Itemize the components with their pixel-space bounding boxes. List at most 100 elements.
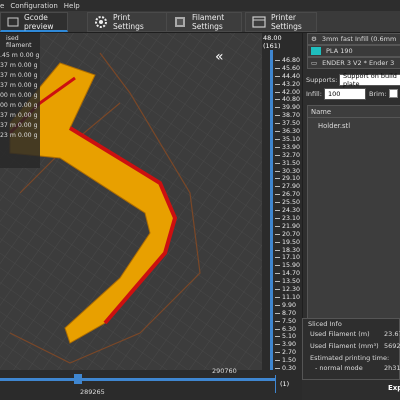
brim-checkbox[interactable] [389, 89, 398, 98]
infill-label: Infill: [306, 90, 322, 98]
menu-file[interactable]: e [0, 2, 4, 10]
layer-slider-track[interactable] [270, 50, 273, 375]
layer-tick-mark [275, 75, 280, 77]
layer-tick-mark [275, 336, 280, 338]
layer-tick-label: 12.30 [282, 286, 301, 293]
layer-tick-label: 32.70 [282, 151, 301, 159]
legend-title: ised filament [6, 35, 32, 49]
supports-select[interactable]: Support on build plate [339, 72, 400, 88]
object-list-item[interactable]: Holder.stl [308, 122, 400, 130]
layer-tick-mark [275, 249, 280, 251]
move-slider-left-handle[interactable] [74, 374, 82, 384]
layer-slider-top-value: 48.00 [263, 34, 282, 42]
layer-tick-label: 27.90 [282, 183, 301, 191]
layer-tick-label: 45.60 [282, 64, 301, 72]
layer-tick-label: 24.30 [282, 207, 301, 214]
export-button[interactable]: Exp [302, 380, 400, 400]
layer-tick-mark [275, 273, 280, 275]
move-slider-left-value: 289265 [80, 388, 105, 396]
tab-gcode-preview[interactable]: Gcode preview [0, 12, 68, 32]
layer-tick-mark [275, 312, 280, 314]
move-slider: 289265 290760 [0, 367, 275, 400]
object-list: Name Holder.stl [307, 105, 400, 325]
layer-tick-label: 19.50 [282, 238, 301, 246]
layer-tick-mark [275, 107, 280, 109]
legend-row: .45 m 0.00 g [0, 52, 40, 59]
printer-icon: ▭ [311, 59, 318, 67]
layer-tick-mark [275, 138, 280, 140]
layer-tick-mark [275, 99, 280, 101]
layer-tick-label: 2.70 [282, 349, 297, 357]
layer-tick-mark [275, 202, 280, 204]
printer-icon [252, 15, 266, 29]
layer-tick-label: 42.00 [282, 88, 301, 96]
layer-tick-mark [275, 281, 280, 283]
menu-configuration[interactable]: Configuration [10, 2, 57, 10]
layer-tick-mark [275, 59, 280, 61]
layer-tick-label: 15.90 [282, 262, 301, 270]
layer-tick-label: 1.50 [282, 357, 297, 365]
infill-select[interactable]: 100 [324, 88, 366, 100]
filament-preset-combo[interactable]: PLA 190 [307, 45, 400, 57]
legend-row: 00 m 0.00 g [0, 102, 38, 109]
filament-color-swatch [311, 47, 321, 55]
print-preset-combo[interactable]: ⚙ 3mm fast Infill (0.6mm [307, 33, 400, 45]
layer-tick-mark [275, 304, 280, 306]
layer-tick-label: 13.50 [282, 278, 301, 286]
layer-tick-label: 11.10 [282, 293, 301, 301]
move-slider-right-value: 290760 [212, 367, 237, 375]
sliced-info-label: Used Filament (mm³) [310, 342, 379, 350]
gcode-viewport[interactable]: « [0, 33, 275, 378]
layer-tick-label: 38.70 [282, 112, 301, 120]
layer-tick-label: 3.90 [282, 341, 297, 349]
object-list-header: Name [308, 106, 400, 118]
layer-tick-label: 33.90 [282, 143, 301, 151]
filament-spool-icon [173, 15, 187, 29]
layer-tick-label: 0.30 [282, 365, 297, 372]
layer-tick-label: 29.10 [282, 175, 301, 183]
tab-printer-settings[interactable]: Printer Settings [245, 12, 317, 32]
layer-tick-mark [275, 210, 280, 211]
legend-row: 37 m 0.00 g [0, 62, 38, 69]
layer-tick-mark [275, 194, 280, 196]
layer-tick-mark [275, 257, 280, 259]
sliced-info-title: Sliced Info [308, 320, 342, 328]
layer-tick-mark [275, 131, 280, 132]
layer-tick-label: 25.50 [282, 199, 301, 207]
layer-tick-label: 26.70 [282, 191, 301, 199]
layer-slider-top-layer: (161) [263, 42, 281, 50]
tab-printer-settings-label: Printer Settings [271, 13, 302, 31]
filament-legend: ised filament .45 m 0.00 g 37 m 0.00 g 3… [0, 33, 40, 168]
printer-preset-combo[interactable]: ▭ ENDER 3 V2 * Ender 3 [307, 57, 400, 69]
move-slider-track[interactable] [0, 378, 275, 381]
tab-print-settings[interactable]: Print Settings [87, 12, 167, 32]
layer-tick-label: 5.10 [282, 333, 297, 341]
supports-value: Support on build plate [343, 72, 397, 88]
layer-tick-label: 44.40 [282, 72, 301, 80]
tab-bar: Gcode preview Print Settings Filament Se… [0, 11, 400, 33]
layer-tick-mark [275, 217, 280, 219]
layer-tick-mark [275, 241, 280, 243]
tab-filament-settings-label: Filament Settings [192, 13, 225, 31]
layer-tick-label: 14.70 [282, 270, 301, 278]
layer-tick-label: 21.90 [282, 222, 301, 230]
layer-tick-label: 17.10 [282, 254, 301, 262]
sliced-info-label: Used Filament (m) [310, 330, 370, 338]
menu-help[interactable]: Help [64, 2, 80, 10]
tab-filament-settings[interactable]: Filament Settings [166, 12, 242, 32]
layer-tick-label: 30.30 [282, 167, 301, 175]
legend-row: 37 m 0.00 g [0, 122, 38, 129]
layer-tick-mark [275, 91, 280, 93]
layer-tick-mark [275, 154, 280, 156]
export-button-label: Exp [388, 384, 400, 392]
gcode-render: « [0, 33, 275, 378]
layer-tick-mark [275, 178, 280, 180]
printer-preset-value: ENDER 3 V2 * Ender 3 [322, 59, 395, 67]
layer-tick-mark [275, 233, 280, 235]
legend-row: 23 m 0.00 g [0, 132, 38, 139]
layer-tick-label: 35.10 [282, 135, 301, 143]
layer-tick-mark [275, 225, 280, 227]
gear-icon: ⚙ [311, 35, 317, 43]
layer-tick-mark [275, 289, 280, 290]
sliced-info-value: 2h31 [384, 364, 400, 372]
